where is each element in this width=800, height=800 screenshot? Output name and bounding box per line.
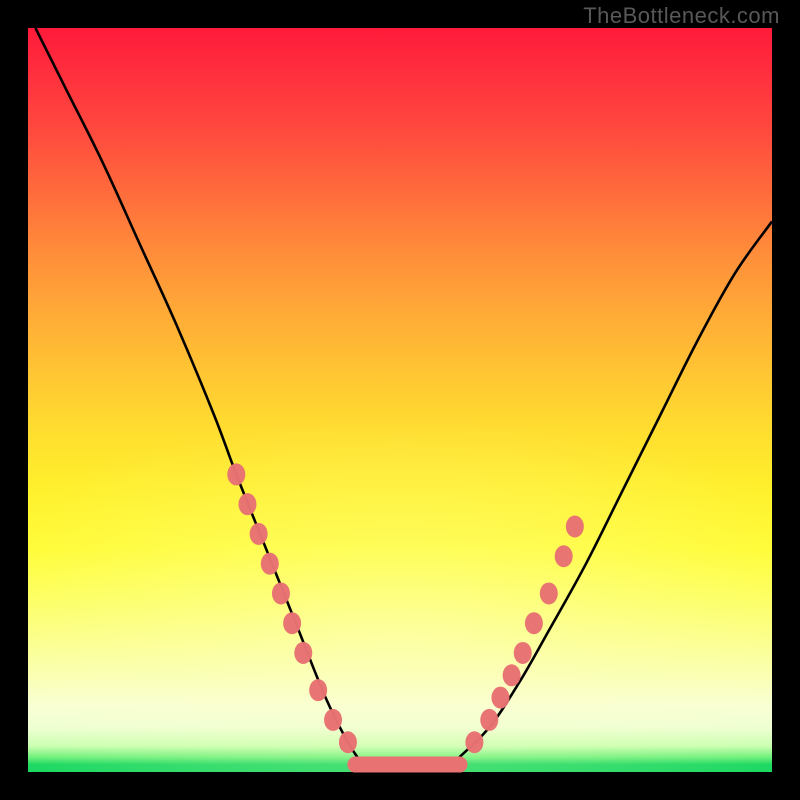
- data-marker: [503, 664, 521, 686]
- data-marker: [324, 709, 342, 731]
- data-marker: [283, 612, 301, 634]
- data-marker: [272, 582, 290, 604]
- data-marker: [555, 545, 573, 567]
- data-marker: [227, 463, 245, 485]
- data-marker: [250, 523, 268, 545]
- data-marker: [339, 731, 357, 753]
- watermark-text: TheBottleneck.com: [583, 3, 780, 29]
- data-marker: [480, 709, 498, 731]
- plot-area: [28, 28, 772, 772]
- data-marker: [540, 582, 558, 604]
- data-markers: [227, 463, 584, 753]
- data-marker: [491, 687, 509, 709]
- left-curve: [35, 28, 362, 765]
- data-marker: [566, 515, 584, 537]
- data-marker: [465, 731, 483, 753]
- data-marker: [309, 679, 327, 701]
- data-marker: [514, 642, 532, 664]
- data-marker: [261, 553, 279, 575]
- data-marker: [525, 612, 543, 634]
- chart-svg: [28, 28, 772, 772]
- data-marker: [238, 493, 256, 515]
- data-marker: [294, 642, 312, 664]
